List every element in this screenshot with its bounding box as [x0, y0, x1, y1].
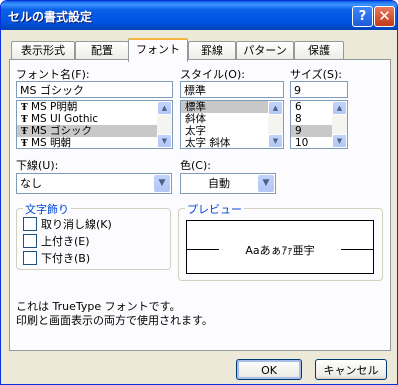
scroll-up-icon[interactable]: ▲: [268, 101, 283, 115]
format-cells-dialog: セルの書式設定 ? ✕ 表示形式 配置 フォント 罫線 パターン 保護 フォント…: [0, 0, 398, 385]
tab-border[interactable]: 罫線: [188, 41, 236, 60]
help-button[interactable]: ?: [352, 6, 373, 27]
font-style-input[interactable]: 標準: [180, 81, 284, 98]
superscript-checkbox[interactable]: [23, 234, 37, 248]
scrollbar[interactable]: ▲ ▼: [332, 101, 347, 148]
preview-group-title: プレビュー: [185, 201, 244, 217]
font-tab-panel: フォント名(F): MS ゴシック Ŧ MS P明朝 Ŧ MS UI Gothic …: [9, 59, 391, 351]
cancel-button[interactable]: キャンセル: [315, 359, 387, 380]
font-size-input[interactable]: 9: [290, 81, 348, 98]
underline-label: 下線(U):: [16, 159, 59, 172]
chevron-down-icon[interactable]: ▼: [154, 175, 170, 192]
tab-font[interactable]: フォント: [128, 38, 188, 62]
scroll-down-icon[interactable]: ▼: [157, 134, 172, 148]
font-name-list[interactable]: Ŧ MS P明朝 Ŧ MS UI Gothic Ŧ MS ゴシック Ŧ MS 明朝 ▲ …: [16, 100, 173, 149]
tab-number-format[interactable]: 表示形式: [11, 41, 75, 60]
superscript-label[interactable]: 上付き(E): [41, 233, 90, 249]
color-label: 色(C):: [180, 159, 211, 172]
subscript-checkbox[interactable]: [23, 251, 37, 265]
close-button[interactable]: ✕: [374, 6, 395, 27]
ok-button[interactable]: OK: [236, 359, 302, 380]
font-name-input[interactable]: MS ゴシック: [16, 81, 173, 98]
list-item-selected[interactable]: Ŧ MS ゴシック: [17, 125, 172, 137]
scroll-down-icon[interactable]: ▼: [332, 134, 347, 148]
list-item[interactable]: Ŧ MS 明朝: [17, 137, 172, 149]
title-bar: セルの書式設定 ? ✕: [1, 1, 397, 30]
tab-patterns[interactable]: パターン: [236, 41, 294, 60]
chevron-down-icon[interactable]: ▼: [258, 175, 274, 192]
color-value: 自動: [208, 177, 230, 190]
font-style-label: スタイル(O):: [180, 68, 245, 81]
font-name-label: フォント名(F):: [16, 68, 90, 81]
effects-group: 文字飾り 取り消し線(K) 上付き(E) 下付き(B): [16, 201, 171, 270]
effects-group-title: 文字飾り: [23, 201, 71, 217]
tab-protection[interactable]: 保護: [294, 41, 344, 60]
window-title: セルの書式設定: [8, 10, 93, 24]
font-size-list[interactable]: 6 8 9 10 ▲ ▼: [290, 100, 348, 149]
preview-group: プレビュー Aaあぁｱｧ亜宇: [178, 201, 383, 281]
preview-sample-text: Aaあぁｱｧ亜宇: [245, 244, 315, 257]
strikethrough-checkbox[interactable]: [23, 217, 37, 231]
underline-value: なし: [20, 177, 42, 190]
scroll-up-icon[interactable]: ▲: [157, 101, 172, 115]
subscript-label[interactable]: 下付き(B): [41, 250, 90, 266]
font-info-line2: 印刷と画面表示の両方で使用されます。: [16, 314, 213, 327]
tab-alignment[interactable]: 配置: [75, 41, 129, 60]
scrollbar[interactable]: ▲ ▼: [268, 101, 283, 148]
scrollbar[interactable]: ▲ ▼: [157, 101, 172, 148]
list-item[interactable]: Ŧ MS UI Gothic: [17, 113, 172, 125]
preview-box: Aaあぁｱｧ亜宇: [186, 220, 374, 274]
font-size-label: サイズ(S):: [290, 68, 342, 81]
underline-select[interactable]: なし ▼: [16, 173, 172, 194]
strikethrough-label[interactable]: 取り消し線(K): [41, 216, 112, 232]
scroll-down-icon[interactable]: ▼: [268, 134, 283, 148]
font-style-list[interactable]: 標準 斜体 太字 太字 斜体 ▲ ▼: [180, 100, 284, 149]
list-item[interactable]: Ŧ MS P明朝: [17, 101, 172, 113]
scroll-up-icon[interactable]: ▲: [332, 101, 347, 115]
truetype-icon: Ŧ: [21, 139, 28, 149]
color-select[interactable]: 自動 ▼: [180, 173, 276, 194]
